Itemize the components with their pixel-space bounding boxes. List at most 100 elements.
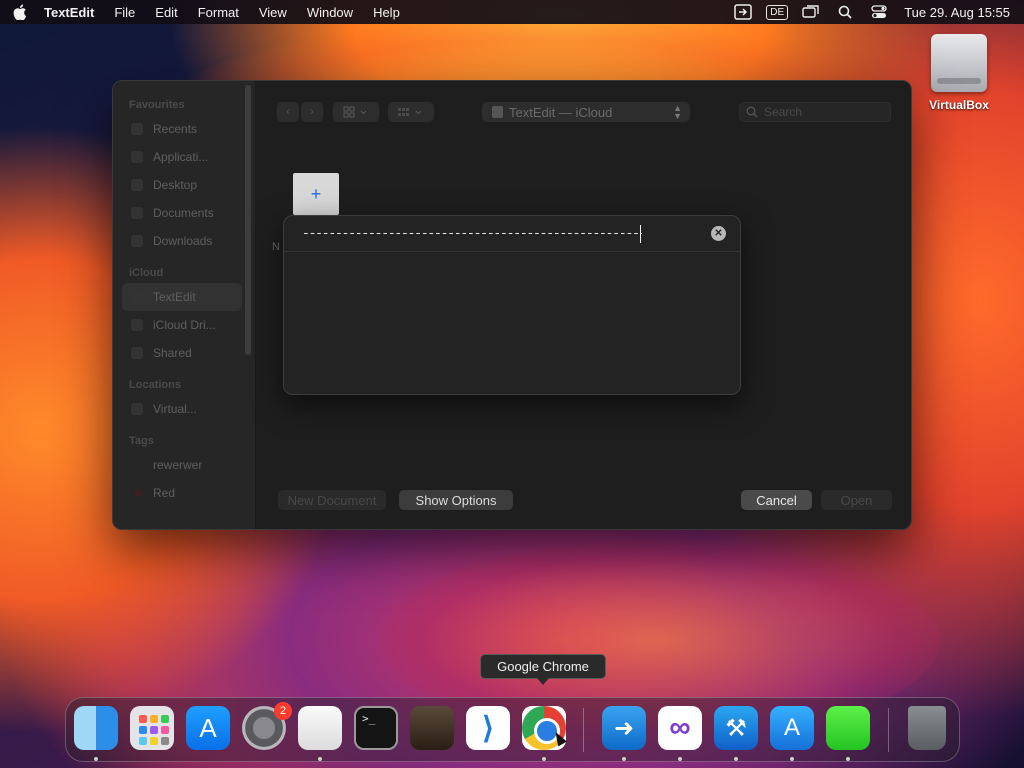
sidebar-item-label: iCloud Dri... xyxy=(153,318,216,332)
menu-format[interactable]: Format xyxy=(188,5,249,20)
cancel-button[interactable]: Cancel xyxy=(741,490,812,510)
sidebar-item-tag[interactable]: rewerwer xyxy=(113,451,255,479)
group-button[interactable] xyxy=(388,102,434,122)
sidebar-section-icloud: iCloud xyxy=(129,267,164,279)
shared-folder-icon xyxy=(131,347,143,359)
dock-separator xyxy=(888,708,889,752)
sidebar-item-label: Documents xyxy=(153,206,214,220)
archive-utility-icon[interactable] xyxy=(826,706,870,750)
sidebar-scrollbar[interactable] xyxy=(245,85,251,355)
menu-bar: TextEdit File Edit Format View Window He… xyxy=(0,0,1024,24)
launchpad-icon[interactable] xyxy=(130,706,174,750)
suggestions-list xyxy=(284,252,740,394)
sidebar-section-favourites: Favourites xyxy=(129,99,185,111)
clock-icon xyxy=(131,123,143,135)
sidebar-item-label: Desktop xyxy=(153,178,198,192)
sidebar-item-textedit[interactable]: TextEdit xyxy=(122,283,242,311)
terminal-icon[interactable]: >_ xyxy=(354,706,398,750)
desktop-icon xyxy=(131,179,143,191)
sidebar-item-label: Applicati... xyxy=(153,150,209,164)
applications-icon xyxy=(131,151,143,163)
textedit-icon[interactable] xyxy=(298,706,342,750)
sidebar-item-label: Shared xyxy=(153,346,192,360)
screen-mirroring-icon[interactable] xyxy=(794,5,828,19)
search-placeholder: Search xyxy=(764,105,803,119)
sidebar-item-label: rewerwer xyxy=(153,458,203,472)
icon-grid-icon xyxy=(343,106,367,118)
location-popup[interactable]: TextEdit — iCloud ▲ ▼ xyxy=(482,102,690,122)
open-button[interactable]: Open xyxy=(821,490,892,510)
sidebar-item-recents[interactable]: Recents xyxy=(113,115,255,143)
sidebar-item-documents[interactable]: Documents xyxy=(113,199,255,227)
instruments-icon[interactable]: A xyxy=(770,706,814,750)
menu-view[interactable]: View xyxy=(249,5,297,20)
spotlight-search-icon[interactable] xyxy=(828,5,862,19)
visual-studio-icon[interactable]: ∞ xyxy=(658,706,702,750)
input-source-label: DE xyxy=(766,4,789,20)
running-indicator xyxy=(94,757,98,761)
textedit-doc-icon xyxy=(492,106,503,118)
app-store-icon[interactable]: A xyxy=(186,706,230,750)
sidebar-item-label: Recents xyxy=(153,122,198,136)
running-indicator xyxy=(318,757,322,761)
sidebar-item-downloads[interactable]: Downloads xyxy=(113,227,255,255)
group-grid-icon xyxy=(398,108,422,116)
sidebar-item-virtualbox[interactable]: Virtual... xyxy=(113,395,255,423)
running-indicator xyxy=(846,757,850,761)
path-input[interactable]: ----------------------------------------… xyxy=(302,224,642,244)
clear-field-button[interactable]: ✕ xyxy=(711,226,726,241)
menu-edit[interactable]: Edit xyxy=(145,5,187,20)
sidebar-item-tag-red[interactable]: Red xyxy=(113,479,255,507)
desktop-item-label: VirtualBox xyxy=(929,98,989,112)
running-indicator xyxy=(790,757,794,761)
finder-icon[interactable] xyxy=(74,706,118,750)
sidebar-item-label: Red xyxy=(153,486,176,500)
sidebar-section-locations: Locations xyxy=(129,379,181,391)
running-indicator xyxy=(678,757,682,761)
new-document-tile[interactable]: + xyxy=(293,173,339,215)
dock: A 2 >_ ⟩ ➜ ∞ ⚒ A xyxy=(65,697,960,762)
sidebar-item-applications[interactable]: Applicati... xyxy=(113,143,255,171)
menu-help[interactable]: Help xyxy=(363,5,410,20)
search-icon xyxy=(740,106,764,118)
external-disk-icon xyxy=(931,34,987,92)
search-field[interactable]: Search xyxy=(739,102,891,122)
sidebar-item-label: Downloads xyxy=(153,234,213,248)
sidebar-item-shared[interactable]: Shared xyxy=(113,339,255,367)
control-center-icon[interactable] xyxy=(862,5,896,19)
tag-color-dot xyxy=(134,489,142,497)
menubar-clock[interactable]: Tue 29. Aug 15:55 xyxy=(896,5,1024,20)
folder-icon xyxy=(131,291,143,303)
sidebar-item-icloud-drive[interactable]: iCloud Dri... xyxy=(113,311,255,339)
vscode-icon[interactable]: ⟩ xyxy=(466,706,510,750)
menu-file[interactable]: File xyxy=(104,5,145,20)
desktop-item-virtualbox[interactable]: VirtualBox xyxy=(922,34,996,112)
document-icon xyxy=(131,207,143,219)
running-indicator xyxy=(542,757,546,761)
disk-icon xyxy=(131,403,143,415)
xcode-icon[interactable]: ⚒ xyxy=(714,706,758,750)
apple-menu-icon[interactable] xyxy=(0,4,40,20)
sidebar-item-desktop[interactable]: Desktop xyxy=(113,171,255,199)
close-icon: ✕ xyxy=(714,227,723,239)
new-document-button[interactable]: New Document xyxy=(278,490,386,510)
path-field-row: ----------------------------------------… xyxy=(284,216,740,252)
cloud-icon xyxy=(131,319,143,331)
show-options-button[interactable]: Show Options xyxy=(399,490,513,510)
garageband-icon[interactable] xyxy=(410,706,454,750)
forward-button[interactable]: › xyxy=(301,102,323,122)
chevron-left-icon: ‹ xyxy=(286,106,290,118)
notification-badge: 2 xyxy=(274,702,292,720)
remote-desktop-status-icon[interactable] xyxy=(726,4,760,20)
menu-app-name[interactable]: TextEdit xyxy=(40,5,104,20)
trash-icon[interactable] xyxy=(908,706,946,750)
view-mode-button[interactable] xyxy=(333,102,379,122)
text-caret xyxy=(640,225,641,243)
running-indicator xyxy=(734,757,738,761)
sidebar: Favourites Recents Applicati... Desktop … xyxy=(113,81,256,529)
input-source-icon[interactable]: DE xyxy=(760,4,794,20)
menu-window[interactable]: Window xyxy=(297,5,363,20)
go-to-folder-sheet: ----------------------------------------… xyxy=(283,215,741,395)
back-button[interactable]: ‹ xyxy=(277,102,299,122)
remote-desktop-icon[interactable]: ➜ xyxy=(602,706,646,750)
